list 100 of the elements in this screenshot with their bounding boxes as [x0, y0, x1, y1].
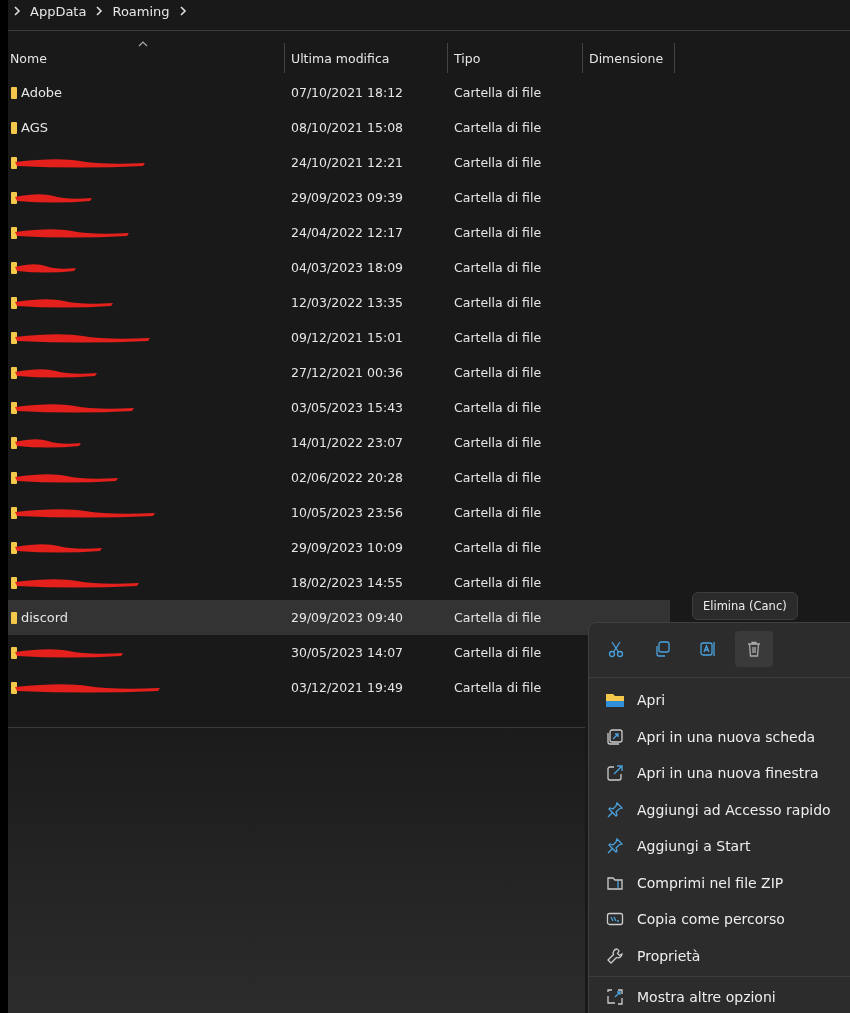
table-cell-text: Cartella di file: [453, 470, 543, 485]
table-cell-text: 02/06/2022 20:28: [290, 470, 405, 485]
table-cell-text: 08/10/2021 15:08: [290, 120, 405, 135]
more-options-icon: [605, 988, 625, 1007]
table-cell-text: 12/03/2022 13:35: [290, 295, 405, 310]
table-row[interactable]: Adobe 07/10/2021 18:12 Cartella di file: [8, 75, 670, 110]
table-cell-text: Cartella di file: [453, 330, 543, 345]
table-cell-text: 03/12/2021 19:49: [290, 680, 405, 695]
column-header[interactable]: Nome: [8, 43, 285, 73]
folder-icon: [11, 541, 17, 554]
column-header[interactable]: Tipo: [448, 43, 583, 73]
folder-icon: [11, 401, 17, 414]
table-cell-text: 30/05/2023 14:07: [290, 645, 405, 660]
file-name: discord: [21, 610, 69, 625]
menu-item[interactable]: Proprietà: [589, 937, 850, 974]
folder-icon: [11, 191, 17, 204]
table-row[interactable]: 24/04/2022 12:17 Cartella di file: [8, 215, 670, 250]
column-header[interactable]: Dimensione: [583, 43, 675, 73]
table-row[interactable]: 09/12/2021 15:01 Cartella di file: [8, 320, 670, 355]
folder-icon: [605, 691, 625, 710]
table-cell-text: Cartella di file: [453, 365, 543, 380]
table-cell-text: 24/10/2021 12:21: [290, 155, 405, 170]
table-row[interactable]: AGS 08/10/2021 15:08 Cartella di file: [8, 110, 670, 145]
menu-item[interactable]: Apri in una nuova scheda: [589, 718, 850, 755]
menu-item[interactable]: Apri: [589, 682, 850, 719]
rename-icon: [699, 640, 717, 658]
table-cell-text: Cartella di file: [453, 575, 543, 590]
breadcrumb-item[interactable]: Roaming: [112, 3, 170, 19]
new-tab-icon: [605, 727, 625, 746]
folder-icon: [11, 296, 17, 309]
table-cell-text: Cartella di file: [453, 260, 543, 275]
table-cell-text: 14/01/2022 23:07: [290, 435, 405, 450]
menu-item[interactable]: Aggiungi a Start: [589, 828, 850, 865]
table-row[interactable]: 30/05/2023 14:07 Cartella di file: [8, 635, 670, 670]
folder-icon: [11, 226, 17, 239]
table-row[interactable]: 29/09/2023 09:39 Cartella di file: [8, 180, 670, 215]
table-cell-text: Cartella di file: [453, 85, 543, 100]
folder-icon: [11, 646, 17, 659]
selected-row[interactable]: discord 29/09/2023 09:40 Cartella di file: [8, 600, 670, 635]
trash-button[interactable]: [735, 631, 773, 667]
pin-icon: [605, 800, 625, 819]
folder-icon: [11, 156, 17, 169]
table-row[interactable]: 03/05/2023 15:43 Cartella di file: [8, 390, 670, 425]
pin-icon: [605, 837, 625, 856]
table-cell-text: Cartella di file: [453, 680, 543, 695]
table-row[interactable]: 02/06/2022 20:28 Cartella di file: [8, 460, 670, 495]
menu-item[interactable]: Aggiungi ad Accesso rapido: [589, 791, 850, 828]
tooltip: Elimina (Canc): [692, 592, 798, 620]
table-cell-text: Cartella di file: [453, 645, 543, 660]
chevron-icon[interactable]: [94, 6, 105, 16]
folder-icon: [11, 121, 17, 134]
chevron-icon[interactable]: [12, 6, 22, 16]
folder-icon: [11, 576, 17, 589]
folder-icon: [11, 681, 17, 694]
table-row[interactable]: 12/03/2022 13:35 Cartella di file: [8, 285, 670, 320]
table-cell-text: Cartella di file: [453, 120, 543, 135]
table-cell-text: 10/05/2023 23:56: [290, 505, 405, 520]
file-name: AGS: [21, 120, 48, 135]
file-name: Adobe: [21, 85, 63, 100]
folder-icon: [11, 436, 17, 449]
table-cell-text: 29/09/2023 09:39: [290, 190, 405, 205]
table-cell-text: 29/09/2023 09:40: [290, 610, 405, 625]
breadcrumb-item[interactable]: AppData: [30, 3, 87, 19]
chevron-icon[interactable]: [177, 6, 188, 16]
table-cell-text: Cartella di file: [453, 505, 543, 520]
table-cell-text: 24/04/2022 12:17: [290, 225, 405, 240]
table-cell-text: Cartella di file: [453, 225, 543, 240]
table-cell-text: 04/03/2023 18:09: [290, 260, 405, 275]
table-cell-text: Cartella di file: [453, 610, 543, 625]
menu-item[interactable]: Comprimi nel file ZIP: [589, 864, 850, 901]
table-cell-text: Cartella di file: [453, 190, 543, 205]
folder-icon: [11, 611, 17, 624]
menu-item[interactable]: Apri in una nuova finestra: [589, 755, 850, 792]
table-cell-text: 18/02/2023 14:55: [290, 575, 405, 590]
folder-icon: [11, 86, 17, 99]
column-header[interactable]: Ultima modifica: [285, 43, 448, 73]
trash-icon: [745, 640, 763, 658]
table-cell-text: Cartella di file: [453, 435, 543, 450]
folder-icon: [11, 366, 17, 379]
table-cell-text: Cartella di file: [453, 155, 543, 170]
table-row[interactable]: 24/10/2021 12:21 Cartella di file: [8, 145, 670, 180]
table-cell-text: Cartella di file: [453, 540, 543, 555]
folder-icon: [11, 506, 17, 519]
table-cell-text: Cartella di file: [453, 400, 543, 415]
table-row[interactable]: 27/12/2021 00:36 Cartella di file: [8, 355, 670, 390]
menu-item[interactable]: Copia come percorso: [589, 901, 850, 938]
cut-icon: [607, 640, 625, 658]
folder-icon: [11, 261, 17, 274]
table-row[interactable]: 04/03/2023 18:09 Cartella di file: [8, 250, 670, 285]
table-cell-text: 29/09/2023 10:09: [290, 540, 405, 555]
menu-item[interactable]: Mostra altre opzioni: [589, 979, 850, 1013]
table-row[interactable]: 10/05/2023 23:56 Cartella di file: [8, 495, 670, 530]
copy-icon: [653, 640, 671, 658]
table-row[interactable]: 14/01/2022 23:07 Cartella di file: [8, 425, 670, 460]
table-row[interactable]: 18/02/2023 14:55 Cartella di file: [8, 565, 670, 600]
new-window-icon: [605, 764, 625, 783]
wrench-icon: [605, 946, 625, 965]
table-cell-text: Cartella di file: [453, 295, 543, 310]
table-row[interactable]: 29/09/2023 10:09 Cartella di file: [8, 530, 670, 565]
folder-icon: [11, 331, 17, 344]
